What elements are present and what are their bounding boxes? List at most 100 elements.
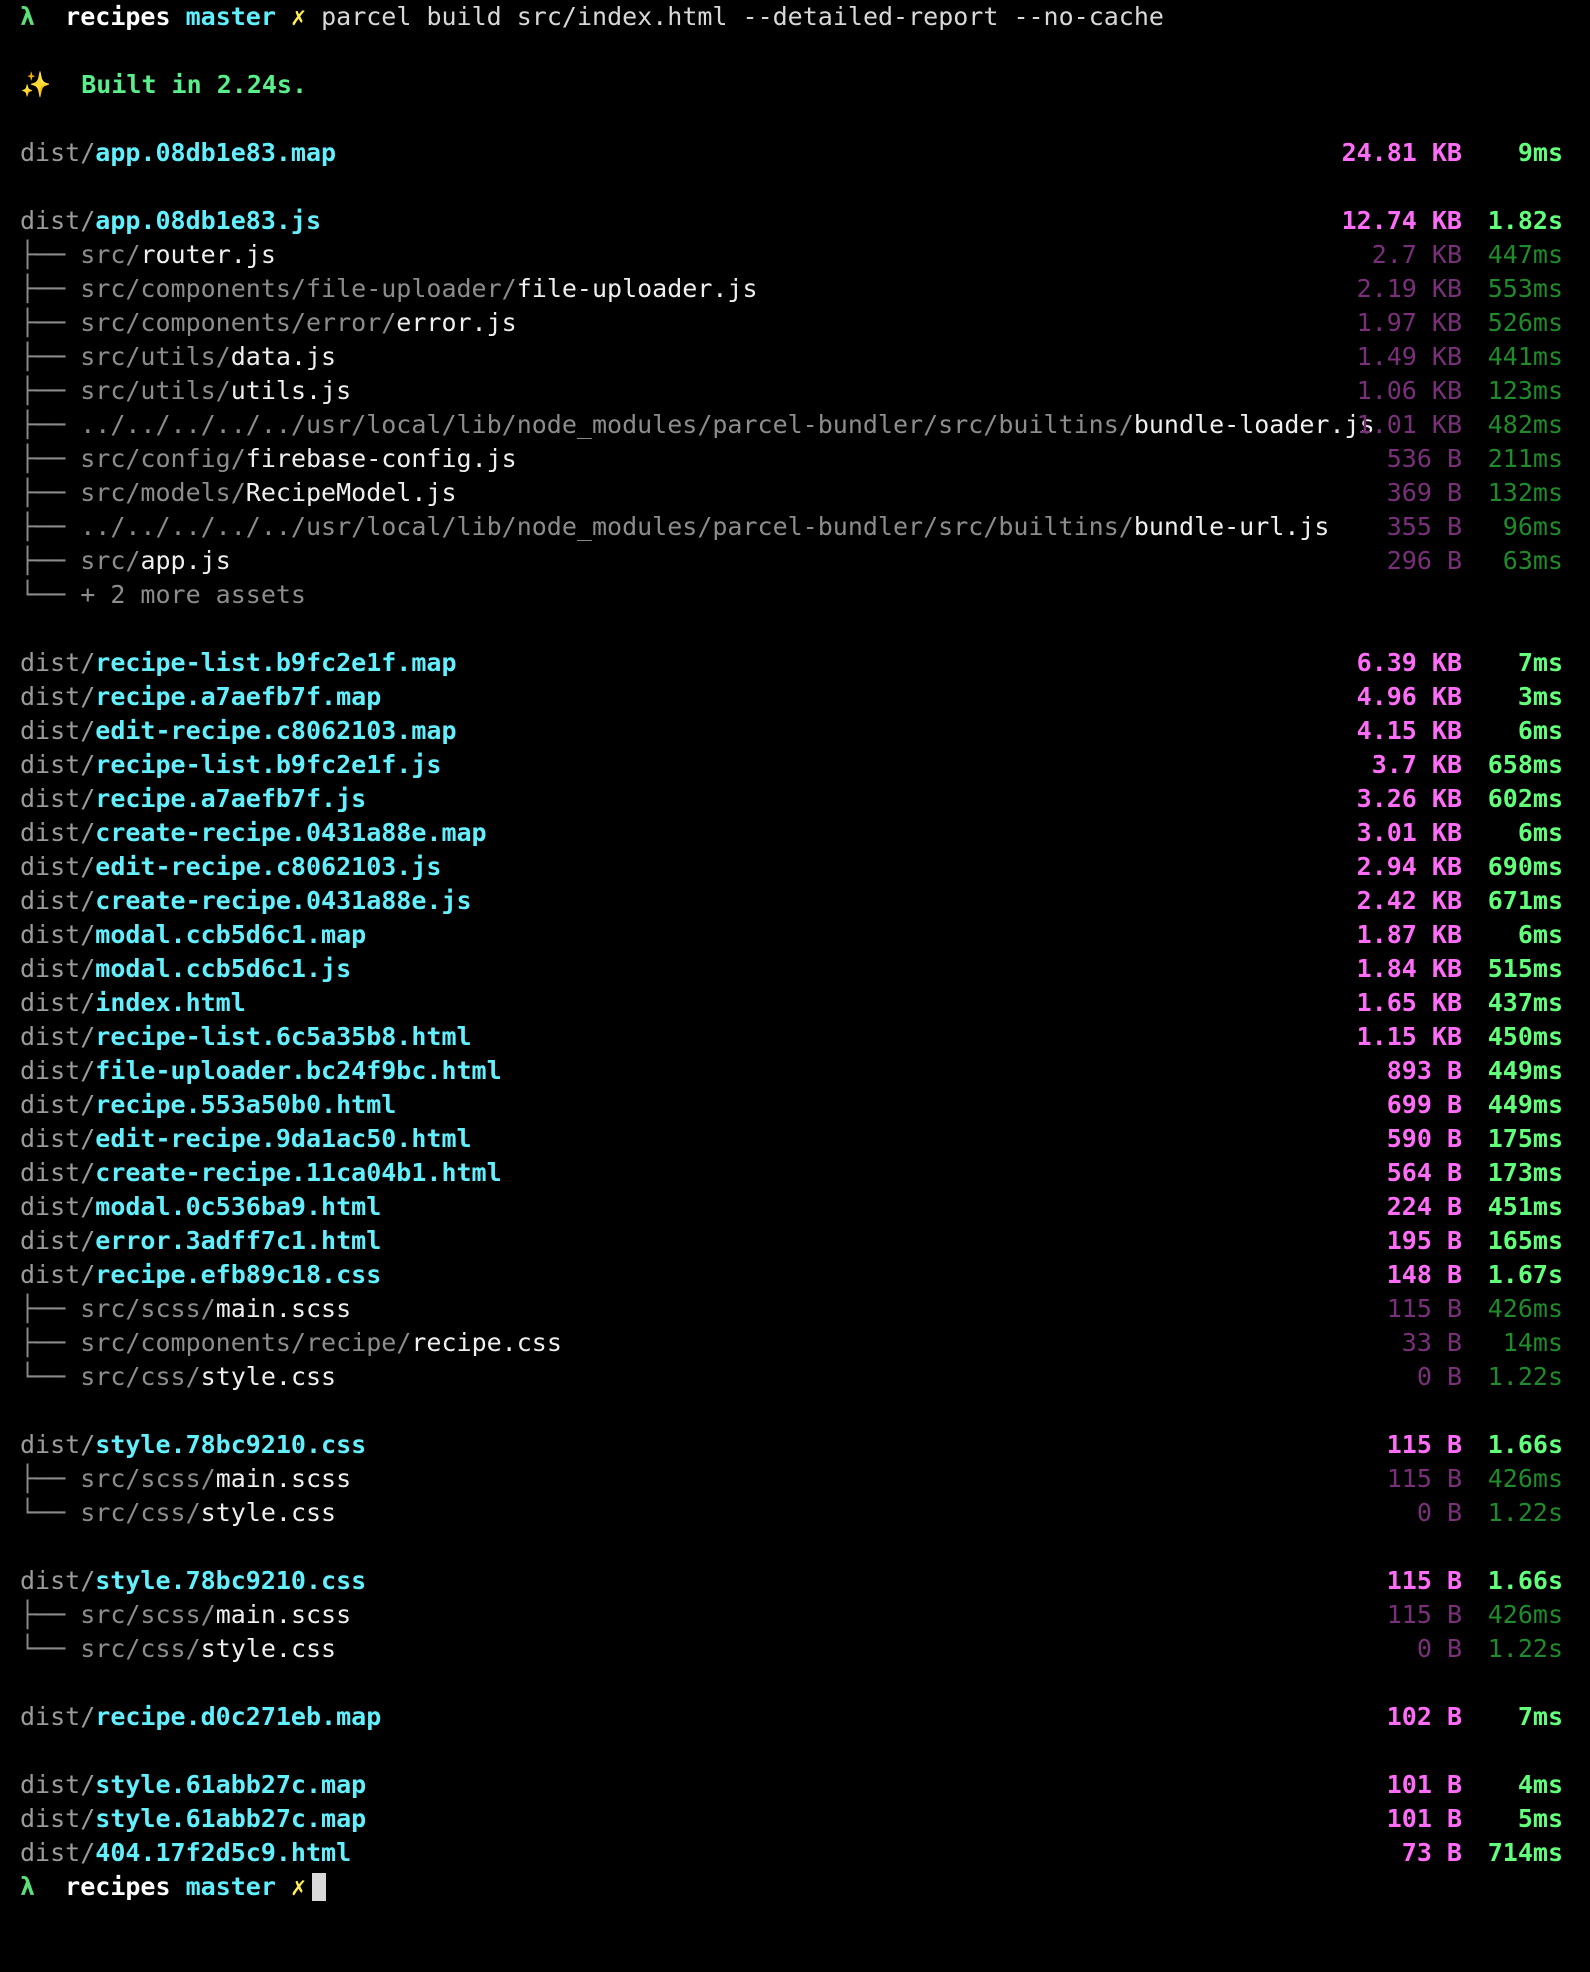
bundle-time: 1.66s [1487, 1430, 1563, 1459]
bundle-time: 7ms [1517, 1702, 1563, 1731]
asset-row: ├── src/scss/main.scss 115 B 426ms [10, 1462, 1590, 1496]
end-prompt-repo: recipes [65, 1872, 171, 1901]
asset-dir: src/models/ [80, 478, 246, 507]
bundle-path: dist/style.78bc9210.css [20, 1428, 366, 1462]
bundle-file: error.3adff7c1.html [95, 1226, 382, 1255]
tree-connector: ├── [20, 240, 81, 269]
command-prompt-line: λ recipes master ✗ parcel build src/inde… [10, 0, 1590, 34]
bundle-row: dist/edit-recipe.c8062103.js 2.94 KB 690ms [10, 850, 1590, 884]
tree-connector: ├── [20, 1328, 81, 1357]
bundle-time: 6ms [1517, 716, 1563, 745]
bundle-row: dist/recipe.553a50b0.html 699 B 449ms [10, 1088, 1590, 1122]
asset-size: 0 B [1416, 1498, 1462, 1527]
asset-row: ├── src/components/error/error.js 1.97 KB… [10, 306, 1590, 340]
asset-path: ├── src/components/file-uploader/file-up… [20, 272, 758, 306]
bundle-path: dist/file-uploader.bc24f9bc.html [20, 1054, 502, 1088]
bundle-time: 602ms [1487, 784, 1563, 813]
bundle-size: 224 B [1386, 1192, 1462, 1221]
asset-dir: src/css/ [80, 1362, 201, 1391]
bundle-file: recipe-list.b9fc2e1f.map [95, 648, 457, 677]
prompt-branch: master [185, 2, 276, 31]
asset-time: 426ms [1487, 1294, 1563, 1323]
asset-time: 211ms [1487, 444, 1563, 473]
terminal-cursor[interactable] [312, 1873, 327, 1901]
bundle-file: file-uploader.bc24f9bc.html [95, 1056, 502, 1085]
end-prompt-line[interactable]: λ recipes master ✗ [10, 1870, 1590, 1904]
bundle-path: dist/recipe.d0c271eb.map [20, 1700, 381, 1734]
bundle-file: style.61abb27c.map [95, 1804, 367, 1833]
bundle-size: 893 B [1386, 1056, 1462, 1085]
asset-row: ├── ../../../../../usr/local/lib/node_mo… [10, 408, 1590, 442]
bundle-row: dist/recipe-list.b9fc2e1f.map 6.39 KB 7ms [10, 646, 1590, 680]
bundle-size: 1.65 KB [1356, 988, 1462, 1017]
bundle-path: dist/style.61abb27c.map [20, 1802, 366, 1836]
asset-time: 63ms [1502, 546, 1563, 575]
asset-dir: src/utils/ [80, 342, 231, 371]
asset-size: 369 B [1386, 478, 1462, 507]
asset-file: bundle-url.js [1133, 512, 1330, 541]
bundle-file: index.html [95, 988, 246, 1017]
bundle-time: 173ms [1487, 1158, 1563, 1187]
bundle-dir: dist/ [20, 818, 96, 847]
asset-size: 2.7 KB [1371, 240, 1462, 269]
asset-dir: src/scss/ [80, 1600, 216, 1629]
bundle-path: dist/recipe-list.b9fc2e1f.map [20, 646, 457, 680]
bundle-file: style.61abb27c.map [95, 1770, 367, 1799]
asset-time: 526ms [1487, 308, 1563, 337]
terminal-window[interactable]: λ recipes master ✗ parcel build src/inde… [0, 0, 1590, 1904]
asset-time: 426ms [1487, 1600, 1563, 1629]
bundle-dir: dist/ [20, 1838, 96, 1867]
bundle-file: recipe-list.6c5a35b8.html [95, 1022, 472, 1051]
bundle-dir: dist/ [20, 1430, 96, 1459]
asset-file: app.js [140, 546, 231, 575]
asset-size: 1.01 KB [1356, 410, 1462, 439]
asset-dir: src/components/recipe/ [80, 1328, 412, 1357]
bundle-time: 175ms [1487, 1124, 1563, 1153]
bundle-size: 2.42 KB [1356, 886, 1462, 915]
bundle-file: recipe.efb89c18.css [95, 1260, 382, 1289]
bundle-path: dist/404.17f2d5c9.html [20, 1836, 351, 1870]
bundle-path: dist/index.html [20, 986, 246, 1020]
bundle-file: modal.ccb5d6c1.map [95, 920, 367, 949]
asset-row: ├── src/utils/utils.js 1.06 KB 123ms [10, 374, 1590, 408]
asset-file: file-uploader.js [516, 274, 758, 303]
asset-path: ├── src/components/recipe/recipe.css [20, 1326, 562, 1360]
bundle-file: create-recipe.0431a88e.map [95, 818, 487, 847]
bundle-dir: dist/ [20, 1022, 96, 1051]
bundle-dir: dist/ [20, 852, 96, 881]
asset-path: └── src/css/style.css [20, 1496, 336, 1530]
asset-row: ├── src/scss/main.scss 115 B 426ms [10, 1292, 1590, 1326]
sparkles-icon: ✨ [20, 70, 52, 99]
tree-connector: ├── [20, 410, 81, 439]
tree-connector: └── [20, 1362, 81, 1391]
bundle-file: modal.0c536ba9.html [95, 1192, 382, 1221]
bundle-size: 4.15 KB [1356, 716, 1462, 745]
bundle-path: dist/error.3adff7c1.html [20, 1224, 381, 1258]
bundle-time: 165ms [1487, 1226, 1563, 1255]
bundle-file: modal.ccb5d6c1.js [95, 954, 352, 983]
asset-dir: src/css/ [80, 1634, 201, 1663]
end-prompt-branch: master [185, 1872, 276, 1901]
bundle-row: dist/index.html 1.65 KB 437ms [10, 986, 1590, 1020]
bundle-time: 515ms [1487, 954, 1563, 983]
asset-dir: src/components/error/ [80, 308, 397, 337]
bundle-size: 24.81 KB [1341, 138, 1462, 167]
bundle-size: 564 B [1386, 1158, 1462, 1187]
bundle-dir: dist/ [20, 886, 96, 915]
asset-size: 33 B [1401, 1328, 1462, 1357]
bundle-size: 3.26 KB [1356, 784, 1462, 813]
bundle-size: 101 B [1386, 1804, 1462, 1833]
asset-file: firebase-config.js [245, 444, 517, 473]
bundle-row: dist/recipe-list.6c5a35b8.html 1.15 KB 450… [10, 1020, 1590, 1054]
bundle-row: dist/app.08db1e83.map 24.81 KB 9ms [10, 136, 1590, 170]
asset-path: └── src/css/style.css [20, 1632, 336, 1666]
bundle-row: dist/file-uploader.bc24f9bc.html 893 B 449… [10, 1054, 1590, 1088]
bundle-file: 404.17f2d5c9.html [95, 1838, 352, 1867]
prompt-command: parcel build src/index.html --detailed-r… [321, 2, 1164, 31]
asset-file: recipe.css [411, 1328, 562, 1357]
asset-row: └── + 2 more assets [10, 578, 1590, 612]
end-prompt-lambda: λ [20, 1872, 36, 1901]
bundle-dir: dist/ [20, 988, 96, 1017]
asset-dir: src/ [80, 546, 141, 575]
bundle-path: dist/modal.ccb5d6c1.map [20, 918, 366, 952]
